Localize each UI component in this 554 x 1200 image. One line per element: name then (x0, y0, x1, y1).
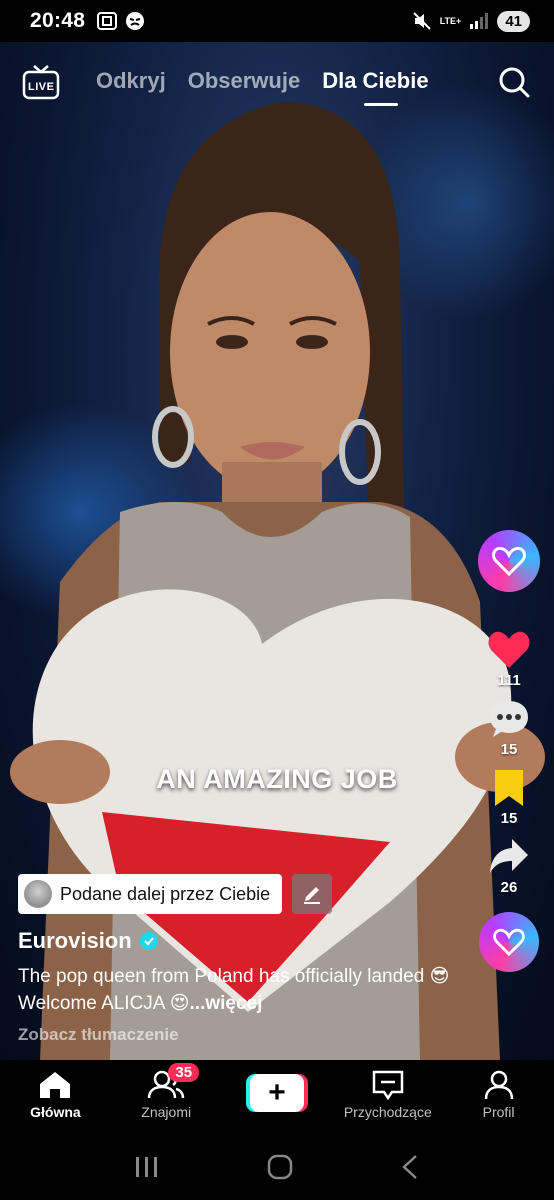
author-name[interactable]: Eurovision (18, 928, 132, 954)
nav-home[interactable]: Główna (0, 1060, 111, 1134)
create-button[interactable]: + (245, 1074, 308, 1112)
repost-label: Podane dalej przez Ciebie (60, 883, 271, 904)
heart-icon (488, 631, 530, 668)
pencil-icon (304, 887, 321, 904)
search-icon (499, 67, 530, 98)
plus-icon: + (249, 1074, 304, 1112)
friends-badge: 35 (168, 1063, 200, 1082)
live-label: LIVE (28, 81, 55, 93)
nav-inbox[interactable]: Przychodzące (332, 1060, 443, 1134)
post-description[interactable]: The pop queen from Poland has officially… (18, 963, 458, 1017)
nav-home-label: Główna (30, 1104, 81, 1120)
network-type: LTE+ (439, 15, 462, 26)
share-button[interactable]: 26 (488, 837, 530, 896)
search-button[interactable] (498, 66, 530, 98)
see-translation-link[interactable]: Zobacz tłumaczenie (18, 1025, 179, 1045)
bottom-navigation: Główna 35 Znajomi + Przychodzące Profil (0, 1060, 554, 1134)
nav-profile[interactable]: Profil (443, 1060, 554, 1134)
nav-create[interactable]: + (222, 1060, 333, 1134)
repost-row: Podane dalej przez Ciebie (18, 874, 333, 914)
comment-button[interactable]: 15 (488, 699, 530, 758)
status-bar: 20:48 LTE+ 41 (0, 0, 554, 42)
action-bar: 111 15 15 26 (464, 530, 554, 982)
app-notification-icon (126, 12, 145, 30)
sound-disc-logo (479, 912, 539, 972)
status-right: LTE+ 41 (413, 10, 530, 32)
screenshot-icon (97, 12, 118, 30)
home-icon (40, 1072, 71, 1098)
creator-avatar-button[interactable] (478, 530, 540, 592)
status-time: 20:48 (30, 9, 86, 32)
bookmark-count: 15 (500, 810, 518, 827)
nav-profile-label: Profil (482, 1104, 515, 1120)
profile-icon (484, 1070, 513, 1100)
more-link[interactable]: ...więcej (190, 993, 263, 1014)
live-button[interactable]: LIVE (22, 64, 60, 100)
repost-chip[interactable]: Podane dalej przez Ciebie (18, 874, 283, 914)
like-button[interactable]: 111 (487, 630, 531, 689)
tab-odkryj[interactable]: Odkryj (96, 68, 166, 94)
home-circle-icon[interactable] (267, 1154, 293, 1180)
top-navigation: LIVE Odkryj Obserwuje Dla Ciebie (0, 56, 554, 116)
bookmark-button[interactable]: 15 (492, 768, 526, 827)
inbox-icon (372, 1070, 404, 1100)
sound-disc-button[interactable] (479, 912, 539, 972)
avatar (24, 880, 52, 908)
share-arrow-icon (490, 839, 528, 873)
comment-icon (490, 701, 528, 737)
signal-icon (470, 13, 489, 29)
nav-inbox-label: Przychodzące (343, 1104, 432, 1120)
feed-tabs: Odkryj Obserwuje Dla Ciebie (96, 68, 429, 106)
heart-logo-icon (492, 546, 526, 576)
comment-count: 15 (500, 741, 518, 758)
mute-icon (413, 12, 431, 30)
eurovision-logo (478, 530, 540, 592)
system-navigation (0, 1134, 554, 1200)
battery-level: 41 (497, 10, 530, 32)
status-left-icons (97, 11, 145, 31)
tab-obserwuje[interactable]: Obserwuje (188, 68, 300, 94)
verified-badge-icon (139, 932, 158, 950)
back-icon[interactable] (400, 1154, 420, 1180)
nav-friends[interactable]: 35 Znajomi (111, 1060, 222, 1134)
author-row[interactable]: Eurovision (18, 928, 158, 954)
share-count: 26 (500, 879, 518, 896)
bookmark-icon (495, 770, 523, 806)
nav-friends-label: Znajomi (141, 1104, 192, 1120)
edit-repost-button[interactable] (292, 874, 333, 914)
recent-apps-icon[interactable] (134, 1155, 160, 1179)
like-count: 111 (497, 672, 521, 689)
heart-logo-icon (493, 928, 525, 956)
tab-dla-ciebie[interactable]: Dla Ciebie (322, 68, 429, 106)
